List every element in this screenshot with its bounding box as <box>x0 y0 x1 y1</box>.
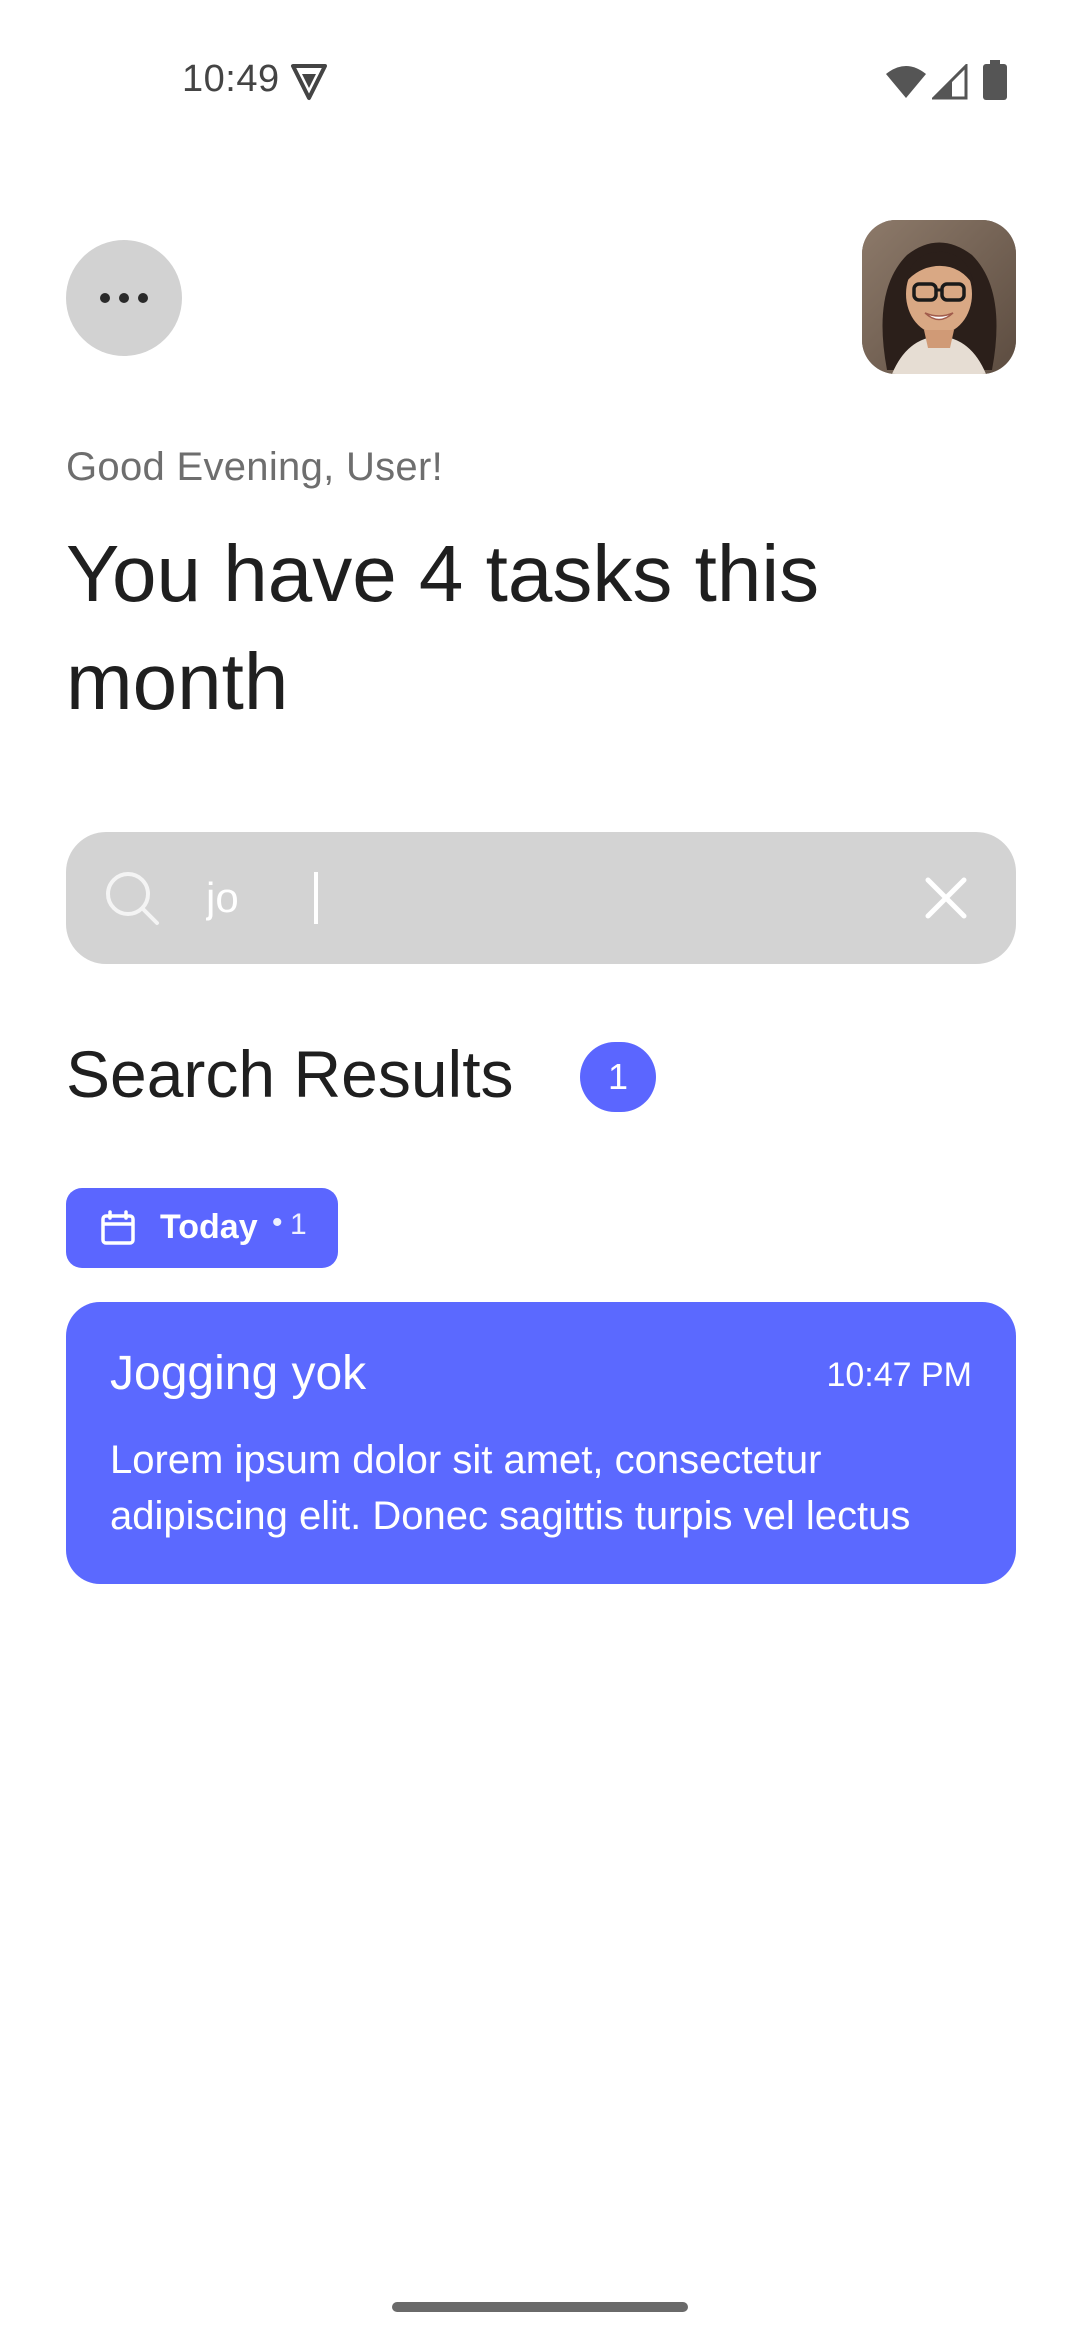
status-time: 10:49 <box>182 58 280 100</box>
home-indicator[interactable] <box>392 2302 688 2312</box>
search-input[interactable] <box>206 864 906 932</box>
more-menu-button[interactable] <box>66 240 182 356</box>
greeting-text: Good Evening, User! <box>66 445 444 489</box>
search-results-title: Search Results <box>66 1037 514 1111</box>
text-caret <box>314 872 318 924</box>
results-count-badge: 1 <box>580 1042 656 1112</box>
vpn-icon <box>291 64 327 100</box>
task-card[interactable]: Jogging yok 10:47 PM Lorem ipsum dolor s… <box>66 1302 1016 1584</box>
task-title: Jogging yok <box>110 1347 367 1400</box>
close-icon[interactable] <box>922 874 970 922</box>
signal-icon <box>932 64 968 100</box>
status-bar: 10:49 <box>0 0 1080 160</box>
task-time: 10:47 PM <box>826 1356 972 1394</box>
date-group-chip[interactable]: Today • 1 <box>66 1188 338 1268</box>
task-description: Lorem ipsum dolor sit amet, consectetur … <box>110 1438 911 1538</box>
more-horizontal-icon <box>119 293 129 303</box>
screen: 10:49 Good Evening, User! You have 4 tas… <box>0 0 1080 2340</box>
more-horizontal-icon <box>138 293 148 303</box>
calendar-icon <box>101 1210 135 1245</box>
date-group-separator: • <box>272 1206 283 1239</box>
page-title: You have 4 tasks this month <box>66 529 820 726</box>
date-group-count: 1 <box>290 1208 307 1241</box>
date-group-label: Today <box>160 1208 258 1246</box>
more-horizontal-icon <box>100 293 110 303</box>
search-bar[interactable] <box>66 832 1016 964</box>
avatar[interactable] <box>862 220 1016 374</box>
search-icon <box>106 872 159 925</box>
wifi-icon <box>886 66 926 98</box>
battery-icon <box>983 60 1007 100</box>
avatar-image <box>862 220 1016 374</box>
